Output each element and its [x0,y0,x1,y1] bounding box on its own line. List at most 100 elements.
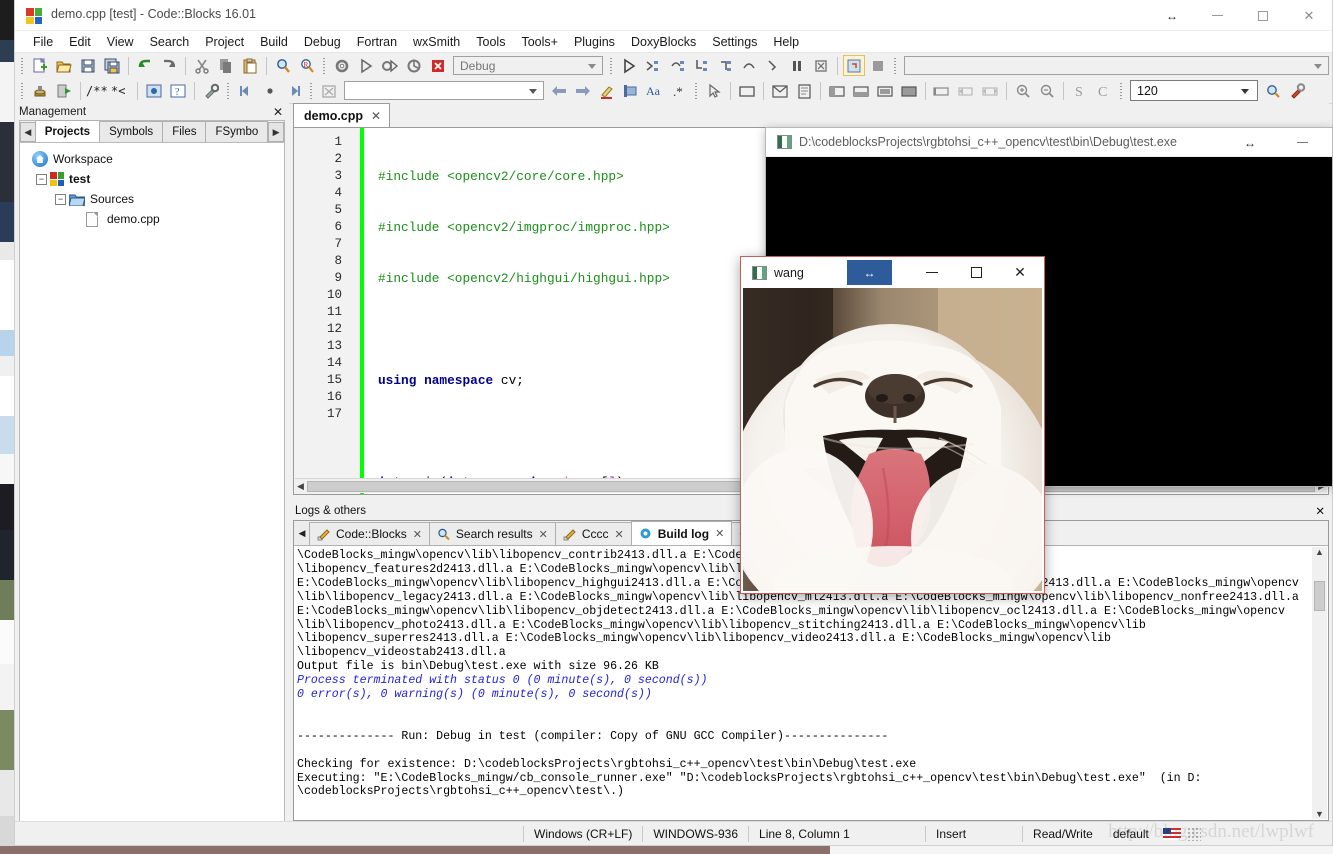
debug-continue-icon[interactable] [618,55,640,76]
step-over-icon[interactable] [738,55,760,76]
layout-bottom-icon[interactable] [850,80,872,101]
image-resize-button[interactable]: ↔ [847,260,892,285]
debugger-combo[interactable] [904,56,1329,75]
various-info-icon[interactable] [867,55,889,76]
menu-wxsmith[interactable]: wxSmith [405,33,468,51]
goto-next-icon[interactable] [283,80,305,101]
settings-wrench-icon[interactable] [1286,80,1308,101]
inspect-icon[interactable] [1262,80,1284,101]
log-tab-codeblocks[interactable]: Code::Blocks ✕ [309,522,430,545]
menu-tools-plus[interactable]: Tools+ [513,33,565,51]
menu-doxyblocks[interactable]: DoxyBlocks [623,33,704,51]
window-resize-button[interactable]: ↔ [1150,0,1194,31]
window-minimize-button[interactable] [1194,0,1240,31]
menu-build[interactable]: Build [252,33,296,51]
tree-node-file[interactable]: demo.cpp [26,209,284,229]
wxsmith-c-icon[interactable]: C [1093,80,1115,101]
tab-files[interactable]: Files [162,121,207,142]
tab-projects[interactable]: Projects [34,120,101,142]
scroll-left-arrow-icon[interactable]: ◀ [297,481,304,492]
doxyblocks-config-icon[interactable] [200,80,222,101]
toolbar-grip-icon[interactable] [225,81,232,100]
scroll-down-arrow-icon[interactable]: ▼ [1315,809,1324,819]
search-previous-icon[interactable] [548,80,570,101]
image-close-button[interactable]: ✕ [998,257,1042,288]
resize-grip-icon[interactable] [1186,826,1201,841]
management-close-button[interactable]: ✕ [273,105,283,119]
menu-debug[interactable]: Debug [296,33,349,51]
zoom-out-icon[interactable] [1036,80,1058,101]
search-next-icon[interactable] [572,80,594,101]
image-maximize-button[interactable] [954,257,998,288]
save-all-icon[interactable] [101,55,123,76]
console-resize-button[interactable]: ↔ [1228,127,1272,158]
doxyblocks-run-icon[interactable] [29,80,51,101]
tabs-scroll-left-button[interactable]: ◀ [20,122,36,142]
editor-tab-demo-cpp[interactable]: demo.cpp ✕ [293,103,391,127]
clear-search-icon[interactable] [318,80,340,101]
layout-left-icon[interactable] [826,80,848,101]
replace-icon[interactable]: R [296,55,318,76]
abort-build-icon[interactable] [427,55,449,76]
regex-icon[interactable]: .* [668,80,690,101]
menu-plugins[interactable]: Plugins [566,33,623,51]
highlight-all-icon[interactable] [596,80,618,101]
cut-icon[interactable] [191,55,213,76]
menu-project[interactable]: Project [197,33,252,51]
doxygen-help-icon[interactable]: ? [167,80,189,101]
run-to-cursor-icon[interactable] [642,55,664,76]
menu-help[interactable]: Help [765,33,807,51]
tab-fsymbols[interactable]: FSymbo [205,121,269,142]
window-close-button[interactable]: ✕ [1286,0,1332,31]
new-dialog-icon[interactable] [769,80,791,101]
scroll-up-arrow-icon[interactable]: ▲ [1315,547,1324,557]
build-target-combo[interactable]: Debug [453,56,603,75]
log-tab-cccc[interactable]: Cccc ✕ [554,522,632,545]
paste-icon[interactable] [239,55,261,76]
log-vertical-scrollbar[interactable]: ▲ ▼ [1312,547,1327,819]
step-into-icon[interactable] [690,55,712,76]
match-case-icon[interactable]: Aa [644,80,666,101]
menu-tools[interactable]: Tools [468,33,513,51]
menu-view[interactable]: View [99,33,142,51]
rebuild-icon[interactable] [403,55,425,76]
window-maximize-button[interactable] [1240,0,1286,31]
goto-previous-icon[interactable] [235,80,257,101]
menu-settings[interactable]: Settings [704,33,765,51]
editor-tab-close-icon[interactable]: ✕ [371,109,381,123]
log-tab-close-icon[interactable]: ✕ [539,528,548,541]
log-tab-search-results[interactable]: Search results ✕ [428,522,556,545]
toolbar-grip-icon[interactable] [19,81,26,100]
block-uncomment-icon[interactable]: *< [110,80,132,101]
build-icon[interactable] [331,55,353,76]
find-icon[interactable] [272,55,294,76]
layout-full-icon[interactable] [898,80,920,101]
align-center-icon[interactable] [955,80,977,101]
incremental-search-input[interactable] [344,81,544,100]
copy-icon[interactable] [215,55,237,76]
undo-icon[interactable] [134,55,156,76]
fold-margin[interactable] [350,128,360,494]
tree-node-project[interactable]: − test [26,169,284,189]
step-out-icon[interactable] [714,55,736,76]
new-frame-icon[interactable] [736,80,758,101]
stop-debugger-icon[interactable] [810,55,832,76]
image-window[interactable]: wang ↔ ✕ [740,256,1045,594]
toolbar-grip-icon[interactable] [19,56,26,75]
keyboard-layout-flag-icon[interactable] [1162,827,1181,840]
toolbar-grip-icon[interactable] [1118,81,1125,100]
tabs-scroll-right-button[interactable]: ▶ [268,122,284,142]
toolbar-grip-icon[interactable] [321,56,328,75]
clear-bookmark-icon[interactable] [259,80,281,101]
zoom-in-icon[interactable] [1012,80,1034,101]
tree-node-sources[interactable]: − Sources [26,189,284,209]
log-tab-close-icon[interactable]: ✕ [413,528,422,541]
log-tab-close-icon[interactable]: ✕ [715,527,724,540]
menu-fortran[interactable]: Fortran [349,33,405,51]
new-panel-icon[interactable] [793,80,815,101]
align-spread-icon[interactable] [979,80,1001,101]
doxyblocks-extract-icon[interactable] [53,80,75,101]
menu-search[interactable]: Search [142,33,198,51]
log-tab-build-log[interactable]: Build log ✕ [630,521,733,545]
build-and-run-icon[interactable] [379,55,401,76]
